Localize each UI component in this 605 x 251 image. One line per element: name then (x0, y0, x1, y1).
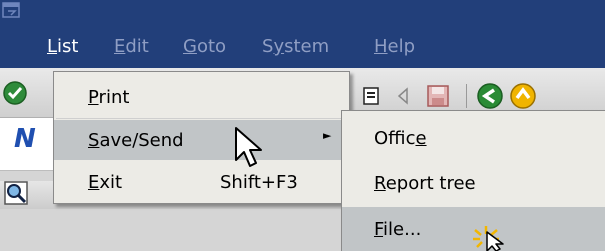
submenu-item-report-tree-label: Report tree (374, 173, 476, 194)
command-field-icon[interactable] (362, 86, 380, 106)
back-green-icon[interactable] (476, 82, 504, 110)
office-pre: Offic (374, 128, 416, 149)
submenu-item-file-label: File... (374, 219, 421, 240)
menu-item-exit[interactable]: Exit Shift+F3 (54, 162, 349, 202)
menu-item-save-send[interactable]: Save/Send ► (54, 120, 349, 160)
mouse-pointer-file-icon (486, 231, 504, 251)
toolbar-separator (466, 84, 467, 108)
system-menu-icon[interactable] (2, 2, 22, 20)
menu-system[interactable]: System (262, 36, 329, 57)
menu-list-accel: L (47, 36, 58, 57)
menu-item-exit-label: Exit (88, 172, 122, 193)
menu-item-save-send-label: Save/Send (88, 130, 184, 151)
save-icon[interactable] (426, 84, 450, 108)
submenu-item-office-label: Office (374, 128, 427, 149)
file-rest: ile... (383, 219, 422, 240)
exit-shortcut: Shift+F3 (220, 172, 298, 193)
enter-check-icon[interactable] (2, 80, 28, 106)
menu-list-rest: ist (57, 36, 79, 57)
menu-item-print[interactable]: Print (54, 77, 349, 117)
menu-help-rest: elp (387, 36, 416, 57)
menu-item-print-label: Print (88, 87, 129, 108)
find-icon[interactable] (4, 181, 28, 205)
menu-system-pre: S (262, 36, 274, 57)
menu-system-rest: stem (284, 36, 330, 57)
exit-rest: xit (99, 172, 123, 193)
menu-help-accel: H (374, 36, 388, 57)
menu-edit[interactable]: Edit (114, 36, 149, 57)
menu-goto[interactable]: Goto (183, 36, 226, 57)
report-tree-accel: R (374, 173, 386, 194)
office-accel: e (415, 128, 427, 149)
print-accel: P (88, 87, 99, 108)
report-tree-rest: eport tree (385, 173, 476, 194)
menu-system-accel: y (273, 36, 285, 57)
menu-edit-rest: dit (125, 36, 149, 57)
save-send-rest: ave/Send (99, 130, 184, 151)
menu-help[interactable]: Help (374, 36, 415, 57)
exit-yellow-icon[interactable] (509, 82, 537, 110)
screen-title-fragment: N (14, 124, 36, 154)
submenu-item-report-tree[interactable]: Report tree (342, 161, 605, 206)
window-title-bar (0, 0, 605, 33)
menu-separator (56, 118, 347, 119)
menu-list[interactable]: List (47, 36, 78, 57)
menu-edit-accel: E (114, 36, 126, 57)
menu-goto-rest: oto (196, 36, 227, 57)
list-dropdown-menu: Print Save/Send ► Exit Shift+F3 (53, 71, 350, 204)
file-accel: F (374, 219, 384, 240)
mouse-pointer-icon (235, 127, 262, 167)
menu-goto-accel: G (183, 36, 197, 57)
back-arrow-icon[interactable] (396, 86, 410, 106)
print-rest: rint (98, 87, 130, 108)
submenu-item-office[interactable]: Office (342, 116, 605, 161)
exit-accel: E (88, 172, 100, 193)
save-send-accel: S (88, 130, 100, 151)
submenu-arrow-icon: ► (323, 129, 332, 142)
